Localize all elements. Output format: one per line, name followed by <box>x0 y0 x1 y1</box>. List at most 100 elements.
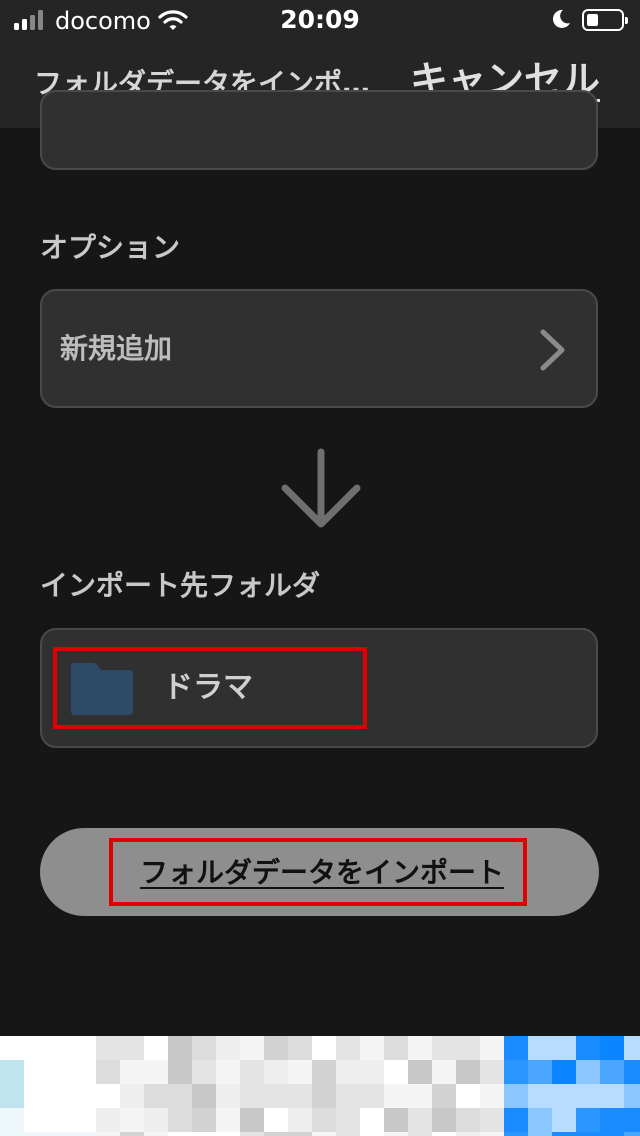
ad-mosaic-cell <box>456 1036 480 1060</box>
ad-mosaic-cell <box>48 1060 72 1084</box>
ad-mosaic-cell <box>72 1084 96 1108</box>
destination-folder-item[interactable]: ドラマ <box>53 647 367 729</box>
ad-mosaic-cell <box>384 1060 408 1084</box>
ad-mosaic-cell <box>120 1084 144 1108</box>
ad-mosaic-cell <box>72 1036 96 1060</box>
ad-mosaic-cell <box>144 1132 168 1136</box>
ad-mosaic-cell <box>528 1084 552 1108</box>
folder-icon <box>71 663 133 715</box>
ad-mosaic-cell <box>360 1108 384 1132</box>
ad-mosaic-cell <box>480 1036 504 1060</box>
ad-mosaic-cell <box>312 1060 336 1084</box>
ad-mosaic-cell <box>168 1108 192 1132</box>
arrow-down-icon <box>281 448 361 528</box>
ad-mosaic-cell <box>240 1108 264 1132</box>
ad-mosaic-cell <box>216 1084 240 1108</box>
options-section-label: オプション <box>40 231 181 264</box>
battery-level-fill <box>587 14 598 26</box>
ad-mosaic-cell <box>480 1060 504 1084</box>
ad-mosaic-cell <box>600 1036 624 1060</box>
ad-mosaic-cell <box>432 1108 456 1132</box>
ad-mosaic-cell <box>264 1036 288 1060</box>
ad-mosaic-cell <box>528 1132 552 1136</box>
ad-mosaic-cell <box>624 1084 640 1108</box>
ad-mosaic-cell <box>528 1036 552 1060</box>
folder-name: ドラマ <box>163 670 253 705</box>
ad-mosaic-cell <box>216 1036 240 1060</box>
ad-mosaic-cell <box>168 1084 192 1108</box>
ad-mosaic-cell <box>600 1084 624 1108</box>
ad-mosaic-cell <box>576 1060 600 1084</box>
ad-mosaic-cell <box>624 1060 640 1084</box>
ad-mosaic-cell <box>240 1036 264 1060</box>
ad-mosaic-cell <box>600 1060 624 1084</box>
ad-mosaic-cell <box>480 1084 504 1108</box>
ad-mosaic-cell <box>432 1132 456 1136</box>
ad-mosaic-cell <box>312 1036 336 1060</box>
ad-mosaic-cell <box>120 1060 144 1084</box>
ad-mosaic-cell <box>480 1132 504 1136</box>
advertisement-banner[interactable] <box>0 1036 640 1136</box>
ad-mosaic-cell <box>480 1108 504 1132</box>
ad-mosaic-cell <box>96 1132 120 1136</box>
ad-mosaic-cell <box>408 1036 432 1060</box>
ad-mosaic-cell <box>120 1132 144 1136</box>
battery-cap <box>625 17 628 24</box>
ad-mosaic-cell <box>552 1108 576 1132</box>
ad-mosaic-cell <box>576 1132 600 1136</box>
ad-mosaic-cell <box>0 1132 24 1136</box>
ad-mosaic-cell <box>384 1036 408 1060</box>
ad-mosaic-cell <box>408 1060 432 1084</box>
ad-mosaic-cell <box>528 1108 552 1132</box>
ad-mosaic-cell <box>192 1108 216 1132</box>
ad-mosaic-cell <box>0 1108 24 1132</box>
ad-mosaic-cell <box>192 1060 216 1084</box>
ad-mosaic-cell <box>360 1084 384 1108</box>
ad-mosaic-cell <box>168 1036 192 1060</box>
source-card[interactable] <box>40 90 598 170</box>
ad-mosaic-cell <box>240 1084 264 1108</box>
ad-mosaic-cell <box>504 1084 528 1108</box>
ad-mosaic-cell <box>600 1132 624 1136</box>
ad-mosaic-cell <box>288 1108 312 1132</box>
ad-mosaic-cell <box>240 1132 264 1136</box>
ad-mosaic-cell <box>624 1132 640 1136</box>
ad-mosaic-cell <box>336 1132 360 1136</box>
ad-mosaic-cell <box>432 1036 456 1060</box>
ad-mosaic-cell <box>0 1084 24 1108</box>
ad-mosaic-cell <box>288 1060 312 1084</box>
ad-mosaic-cell <box>432 1060 456 1084</box>
ad-mosaic-cell <box>120 1036 144 1060</box>
ad-mosaic-cell <box>456 1132 480 1136</box>
ad-mosaic-cell <box>360 1036 384 1060</box>
ad-mosaic-cell <box>240 1060 264 1084</box>
ad-mosaic-cell <box>504 1108 528 1132</box>
ad-mosaic-cell <box>288 1132 312 1136</box>
ad-mosaic-cell <box>360 1060 384 1084</box>
ad-mosaic-cell <box>96 1036 120 1060</box>
ad-mosaic-cell <box>216 1132 240 1136</box>
ad-mosaic-cell <box>288 1036 312 1060</box>
ad-mosaic-cell <box>504 1060 528 1084</box>
ad-mosaic-cell <box>144 1108 168 1132</box>
ad-mosaic-cell <box>576 1036 600 1060</box>
ad-mosaic-cell <box>216 1108 240 1132</box>
ad-mosaic-cell <box>72 1108 96 1132</box>
screen: docomo 20:09 フォルダデータをインポ… キャンセル オプション 新規… <box>0 0 640 1136</box>
ad-mosaic-cell <box>456 1108 480 1132</box>
ad-mosaic-cell <box>408 1108 432 1132</box>
ad-mosaic-cell <box>168 1060 192 1084</box>
ad-mosaic-cell <box>0 1060 24 1084</box>
ad-mosaic-cell <box>120 1108 144 1132</box>
ad-mosaic-cell <box>408 1084 432 1108</box>
ad-mosaic-cell <box>144 1036 168 1060</box>
ad-mosaic-cell <box>504 1036 528 1060</box>
ad-mosaic-cell <box>216 1060 240 1084</box>
clock: 20:09 <box>280 5 360 34</box>
ad-mosaic-cell <box>192 1084 216 1108</box>
option-selector[interactable]: 新規追加 <box>40 289 598 408</box>
ad-mosaic-cell <box>432 1084 456 1108</box>
ad-mosaic-cell <box>336 1060 360 1084</box>
destination-section-label: インポート先フォルダ <box>40 569 321 602</box>
ad-mosaic-cell <box>576 1108 600 1132</box>
